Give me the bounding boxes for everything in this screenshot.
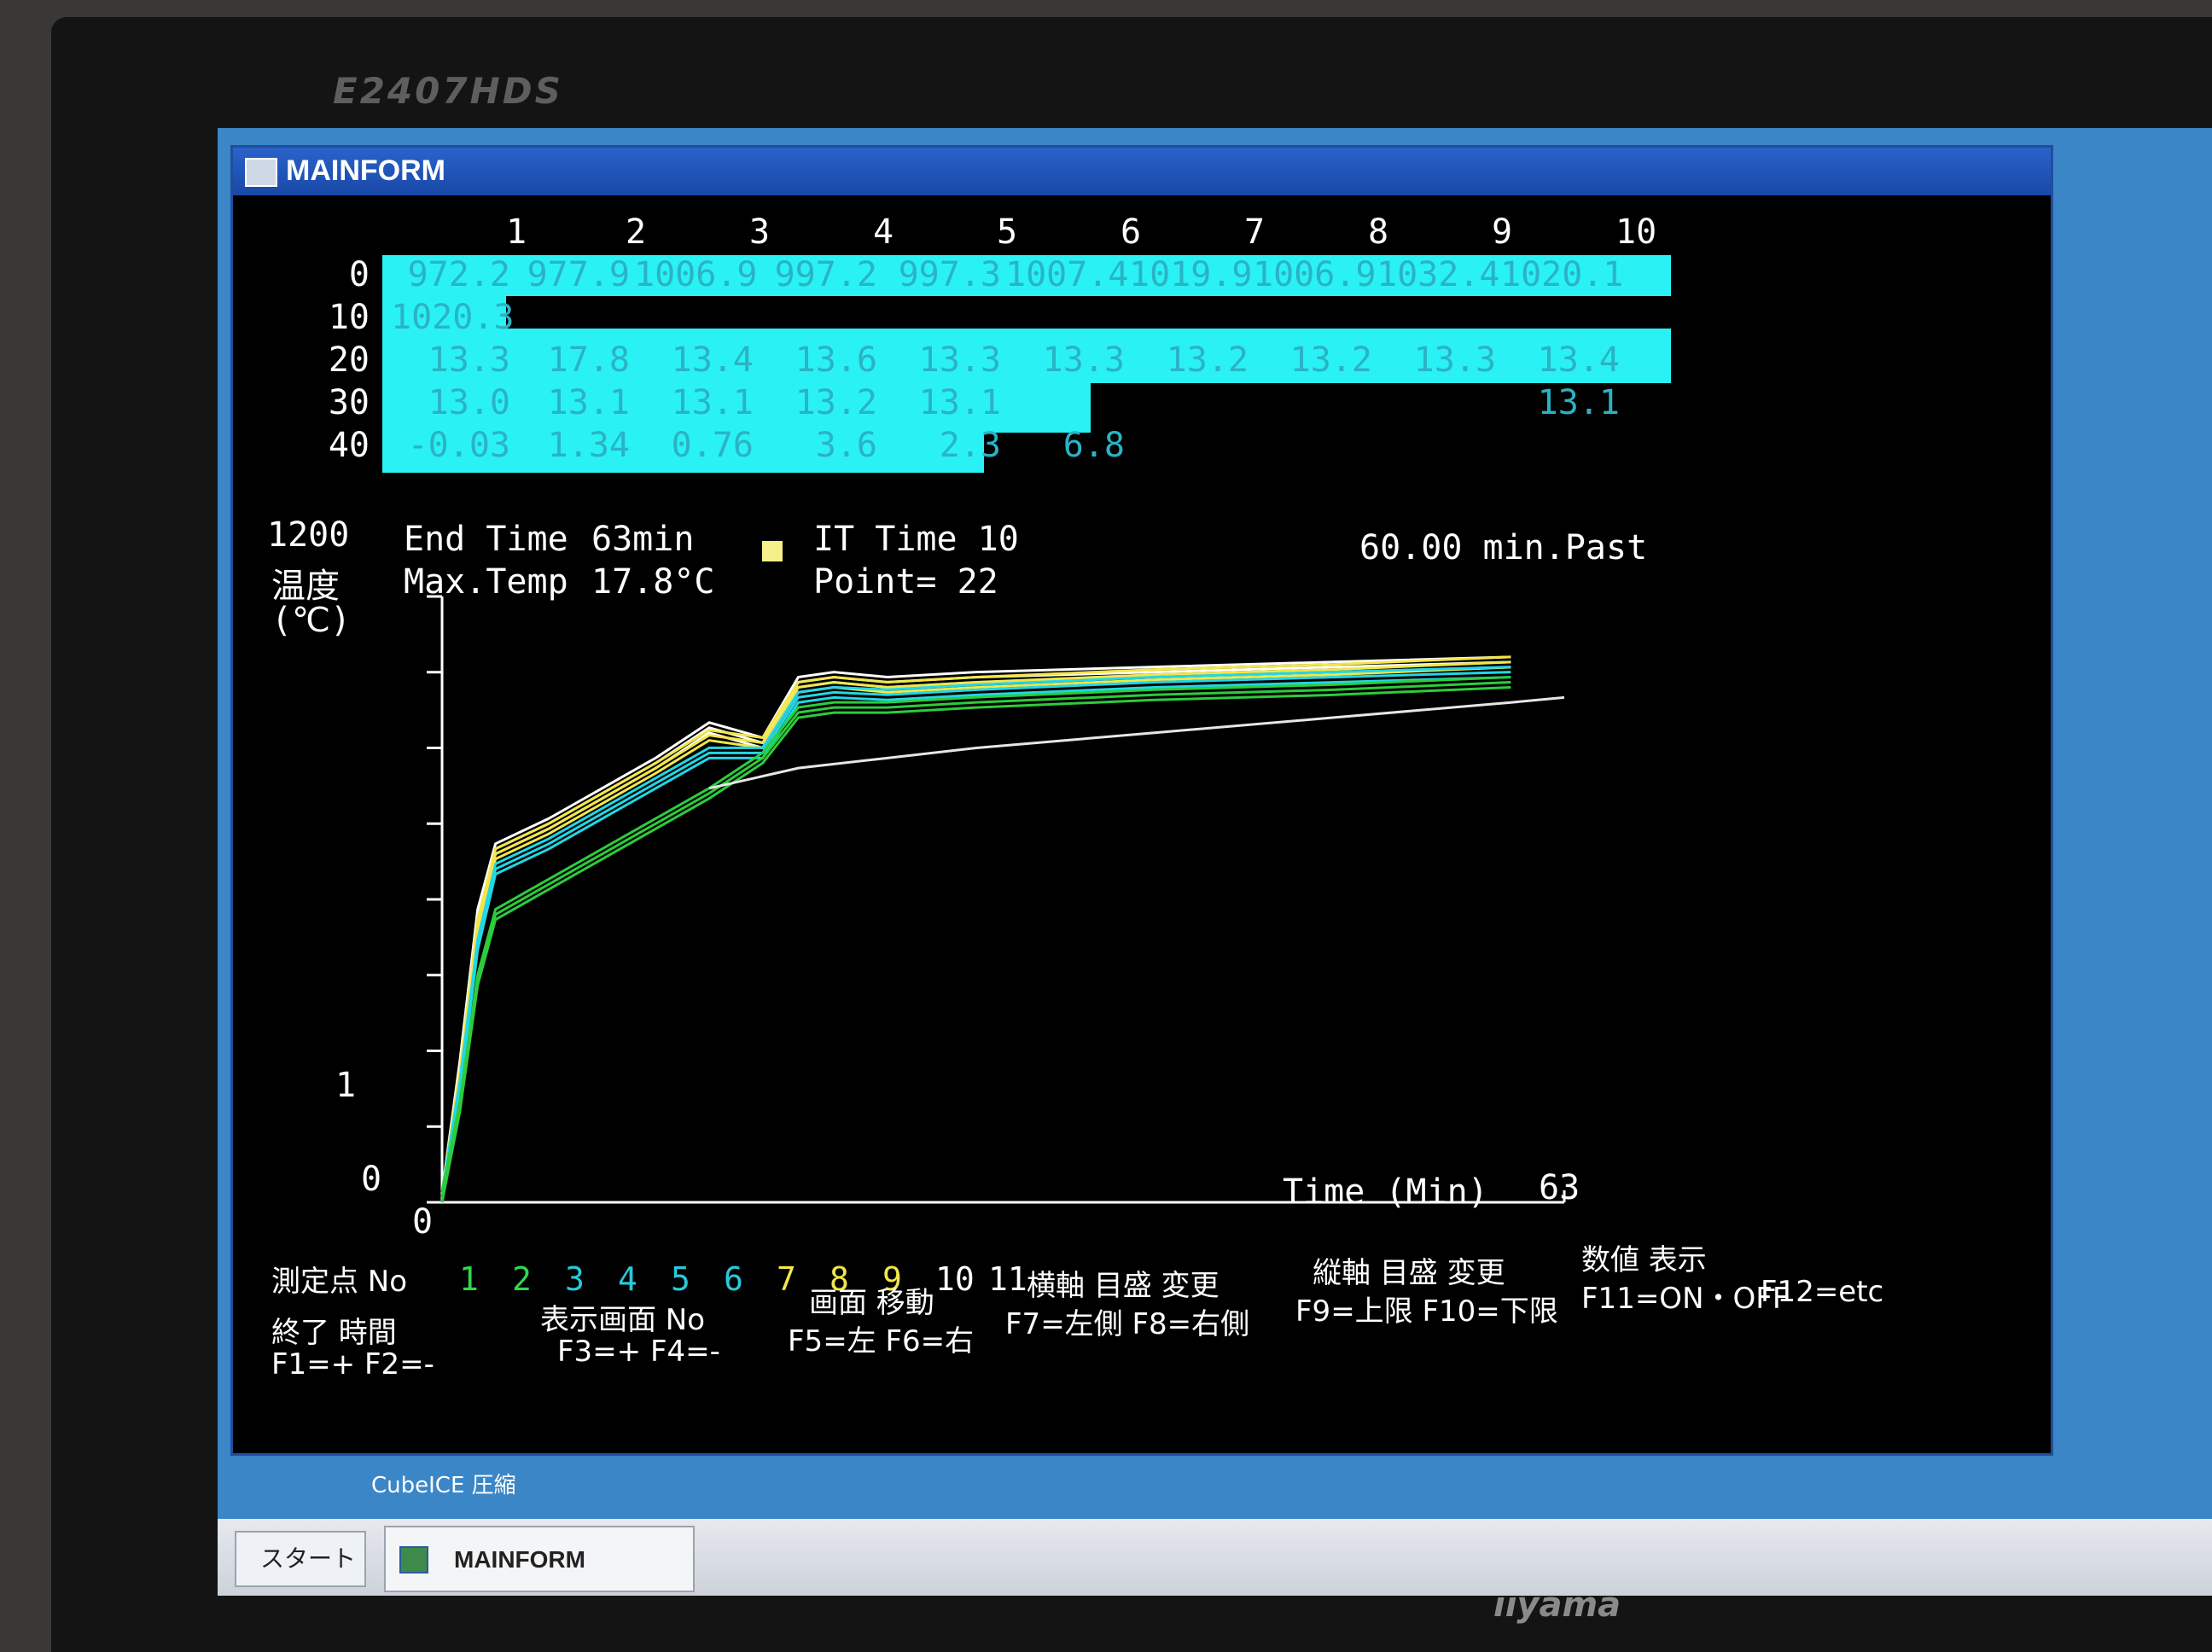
series-line-2 [440,655,1511,1193]
series-line-4 [440,681,1511,1198]
taskbar-item-label: MAINFORM [454,1546,585,1573]
fkey-y-scale-title: 縦軸 目盛 変更 [1313,1256,1505,1290]
series-line-2 [440,660,1511,1198]
desktop-screen: CubeICE 圧縮 MAINFORM _ ❐ ✕ 12345678910 01… [218,128,2212,1596]
series-line-1 [440,655,1511,1193]
monitor-bezel: E2407HDS iiyama CubeICE 圧縮 MAINFORM _ ❐ … [51,17,2212,1652]
legend-item-6: 6 [724,1260,743,1298]
fkey-screen-no-title: 表示画面 No [540,1303,706,1337]
series-line-4 [440,686,1511,1203]
legend-item-4: 4 [618,1260,637,1298]
fkey-move-title: 画面 移動 [809,1286,934,1320]
fkey-end-time-title: 終了 時間 [271,1316,397,1350]
fkey-move-keys: F5=左 F6=右 [788,1324,975,1358]
app-icon [245,158,277,187]
legend-label: 測定点 No [271,1265,408,1299]
fkey-x-scale-keys: F7=左側 F8=右側 [1005,1307,1250,1341]
desktop-icon-label[interactable]: CubeICE 圧縮 [371,1468,516,1499]
series-line-3 [440,676,1511,1203]
series-line-3 [440,666,1511,1193]
monitor-model-label: E2407HDS [333,70,563,112]
legend-item-11: 11 [988,1260,1027,1298]
app-icon [399,1546,428,1573]
fkey-etc: F12=etc [1761,1275,1884,1309]
legend-item-3: 3 [565,1260,585,1298]
fkey-end-time-keys: F1=+ F2=- [271,1347,434,1382]
fkey-screen-no-keys: F3=+ F4=- [557,1335,720,1369]
window-content: 1 2 3 4 5 6 7 8 9 10 0 10 20 30 40 972.2 977.9 1006.9 99… [233,195,2051,1453]
taskbar-item-mainform[interactable]: MAINFORM [384,1526,695,1592]
start-button[interactable]: スタート [235,1531,366,1587]
legend-item-2: 2 [512,1260,532,1298]
series-line-3 [440,671,1511,1198]
taskbar: スタート MAINFORM [218,1519,2212,1596]
window-title: MAINFORM [286,154,445,187]
series-line-5 [708,695,1565,790]
fkey-values-keys: F11=ON・OFF [1581,1282,1790,1316]
series-line-4 [440,676,1511,1193]
fkey-x-scale-title: 横軸 目盛 変更 [1027,1269,1220,1303]
legend-item-5: 5 [671,1260,690,1298]
legend-item-1: 1 [459,1260,479,1298]
series-line-1 [440,660,1511,1198]
fkey-values-title: 数値 表示 [1581,1243,1707,1277]
main-window: MAINFORM _ ❐ ✕ 12345678910 010203040 972… [230,145,2053,1456]
legend-item-7: 7 [777,1260,796,1298]
legend-item-10: 10 [935,1260,975,1298]
fkey-y-scale-keys: F9=上限 F10=下限 [1295,1294,1558,1329]
window-titlebar[interactable]: MAINFORM [233,148,2051,195]
